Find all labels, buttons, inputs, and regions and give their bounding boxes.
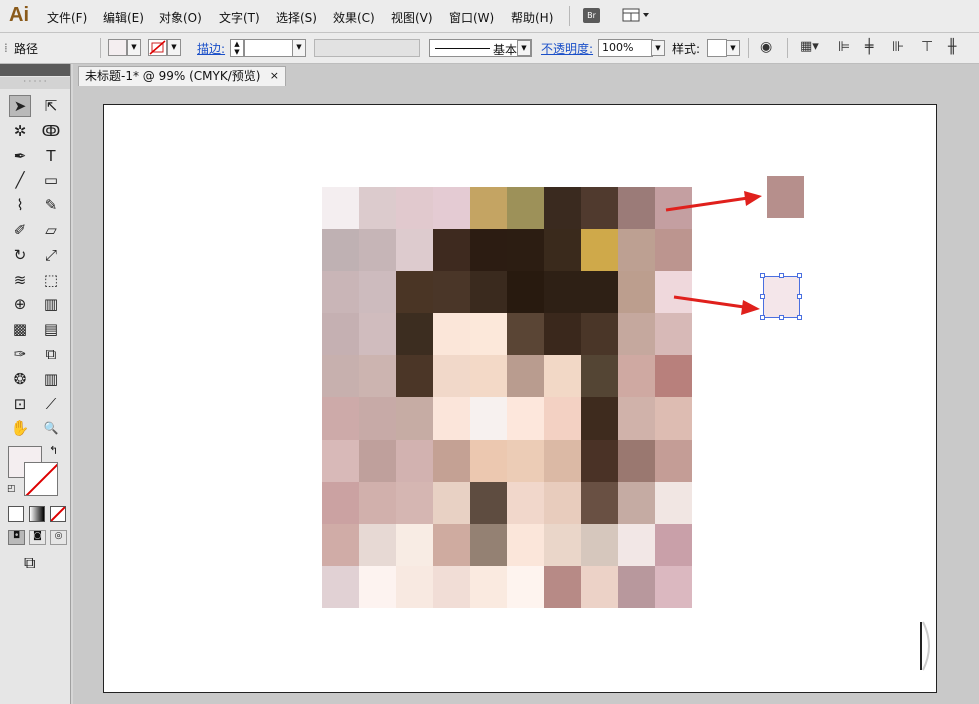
arrow-line [665,196,749,212]
arrow-line [673,295,745,309]
arrow-head-icon [744,191,762,206]
arrow-head-icon [741,300,760,315]
annotation-arrows [665,191,930,671]
page-curl-icon [922,621,930,671]
